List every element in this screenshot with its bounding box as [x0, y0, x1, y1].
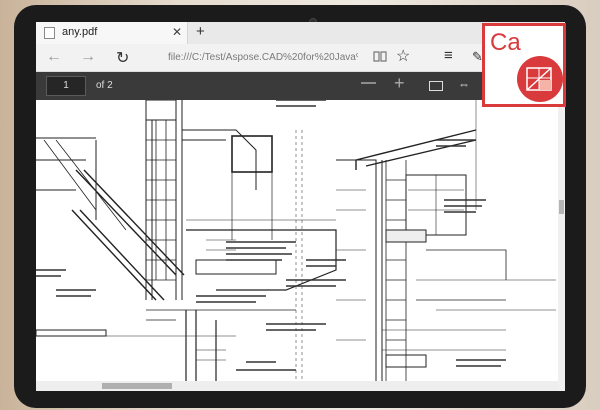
close-tab-icon[interactable]: ✕ [172, 25, 182, 39]
url-field[interactable]: file:///C:/Test/Aspose.CAD%20for%20Java%… [168, 52, 358, 63]
cad-logo-icon [517, 56, 563, 102]
page-count: of 2 [96, 80, 113, 91]
pdf-page [36, 100, 558, 381]
horizontal-scroll-thumb[interactable] [102, 383, 172, 389]
fit-page-icon[interactable] [429, 81, 443, 91]
logo-text: Ca [490, 29, 521, 56]
tab-any-pdf[interactable]: any.pdf ✕ [36, 22, 188, 44]
aspose-cad-logo: Ca [482, 23, 566, 107]
forward-arrow-icon[interactable]: → [80, 48, 96, 66]
fit-width-icon[interactable]: ⇔ [458, 77, 470, 91]
horizontal-scrollbar[interactable] [36, 381, 558, 391]
zoom-out-button[interactable]: — [361, 74, 376, 91]
favorite-star-icon[interactable]: ☆ [396, 46, 410, 66]
back-arrow-icon[interactable]: ← [46, 48, 62, 66]
pdf-file-icon [44, 27, 55, 39]
reading-view-icon[interactable] [372, 49, 388, 66]
cad-drawing [36, 100, 556, 381]
page-number-input[interactable]: 1 [46, 76, 86, 96]
new-tab-button[interactable]: + [196, 23, 205, 40]
vertical-scrollbar[interactable] [558, 100, 565, 391]
zoom-in-button[interactable]: + [394, 73, 405, 94]
vertical-scroll-thumb[interactable] [559, 200, 564, 214]
refresh-icon[interactable]: ↻ [116, 48, 129, 68]
hub-menu-icon[interactable]: ≡ [444, 47, 453, 64]
tab-title: any.pdf [62, 26, 98, 38]
